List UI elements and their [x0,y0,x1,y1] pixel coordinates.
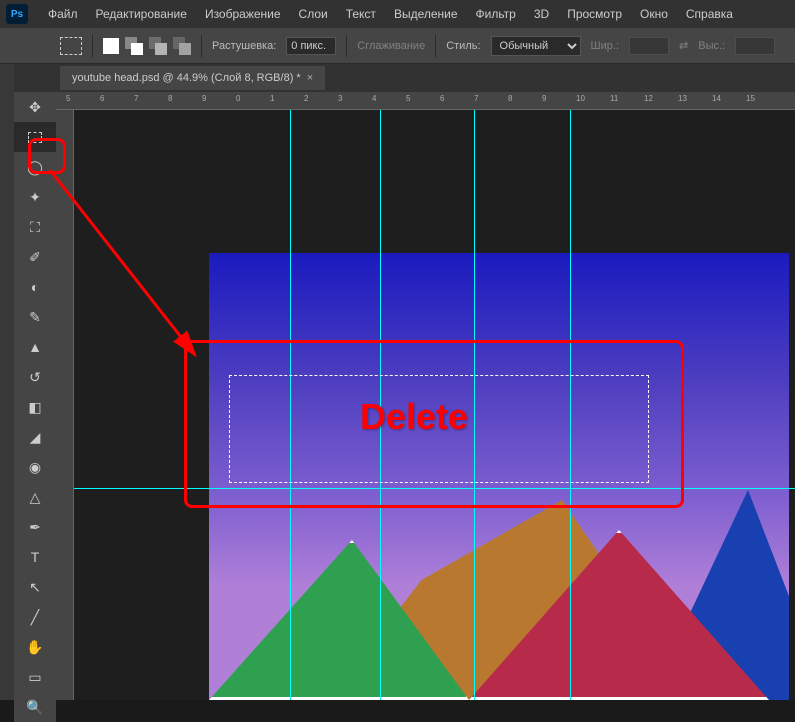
history-tool[interactable]: ↺ [14,362,56,392]
arrow-tool[interactable]: ↖ [14,572,56,602]
horizontal-ruler: 5 6 7 8 9 0 1 2 3 4 5 6 7 8 9 10 11 12 1… [56,92,795,110]
guide-vertical[interactable] [290,110,291,700]
style-label: Стиль: [446,40,480,52]
left-panel-strip [0,64,14,700]
menu-select[interactable]: Выделение [386,3,466,25]
width-input [629,37,669,55]
menu-image[interactable]: Изображение [197,3,289,25]
zoom-tool[interactable]: 🔍 [14,692,56,722]
divider [92,35,93,57]
style-select[interactable]: Обычный [491,36,581,56]
text-tool[interactable]: T [14,542,56,572]
menu-edit[interactable]: Редактирование [88,3,195,25]
divider [435,35,436,57]
height-input [735,37,775,55]
dodge-tool[interactable]: △ [14,482,56,512]
guide-horizontal[interactable] [74,488,795,489]
vertical-ruler [56,110,74,700]
hand-tool[interactable]: ✋ [14,632,56,662]
eyedropper-tool[interactable]: ✐ [14,242,56,272]
new-selection-icon[interactable] [103,38,119,54]
ps-logo: Ps [6,4,28,24]
shape-tool[interactable]: ▭ [14,662,56,692]
close-tab-icon[interactable]: × [307,72,313,84]
add-selection-icon[interactable] [125,37,143,55]
feather-input[interactable] [286,37,336,55]
width-label: Шир.: [591,40,619,52]
blur-tool[interactable]: ◉ [14,452,56,482]
eraser-tool[interactable]: ◧ [14,392,56,422]
path-tool[interactable]: ╱ [14,602,56,632]
menu-filter[interactable]: Фильтр [468,3,524,25]
lasso-tool[interactable]: ◯ [14,152,56,182]
patch-tool[interactable]: ◐ [14,272,56,302]
menu-layers[interactable]: Слои [291,3,336,25]
guide-vertical[interactable] [474,110,475,700]
artwork [209,253,789,700]
toolbar: ✥ ◯ ✦ ⛶ ✐ ◐ ✎ ▲ ↺ ◧ ◢ ◉ △ ✒ T ↖ ╱ ✋ ▭ 🔍 [14,92,56,722]
marquee-tool[interactable] [14,122,56,152]
stamp-tool[interactable]: ▲ [14,332,56,362]
divider [201,35,202,57]
menu-view[interactable]: Просмотр [559,3,630,25]
divider [346,35,347,57]
menu-3d[interactable]: 3D [526,3,557,25]
swap-icon: ⇄ [679,39,688,52]
pen-tool[interactable]: ✒ [14,512,56,542]
tool-indicator [60,37,82,55]
wand-tool[interactable]: ✦ [14,182,56,212]
move-tool[interactable]: ✥ [14,92,56,122]
gradient-tool[interactable]: ◢ [14,422,56,452]
crop-tool[interactable]: ⛶ [14,212,56,242]
document-tab-title: youtube head.psd @ 44.9% (Слой 8, RGB/8)… [72,72,301,84]
menu-help[interactable]: Справка [678,3,741,25]
brush-tool[interactable]: ✎ [14,302,56,332]
antialias-label: Сглаживание [357,40,425,52]
menu-window[interactable]: Окно [632,3,676,25]
subtract-selection-icon[interactable] [149,37,167,55]
menu-text[interactable]: Текст [338,3,384,25]
intersect-selection-icon[interactable] [173,37,191,55]
menu-file[interactable]: Файл [40,3,86,25]
height-label: Выс.: [698,40,725,52]
document-tab[interactable]: youtube head.psd @ 44.9% (Слой 8, RGB/8)… [60,66,325,90]
feather-label: Растушевка: [212,40,276,52]
guide-vertical[interactable] [570,110,571,700]
annotation-text: Delete [360,396,468,438]
